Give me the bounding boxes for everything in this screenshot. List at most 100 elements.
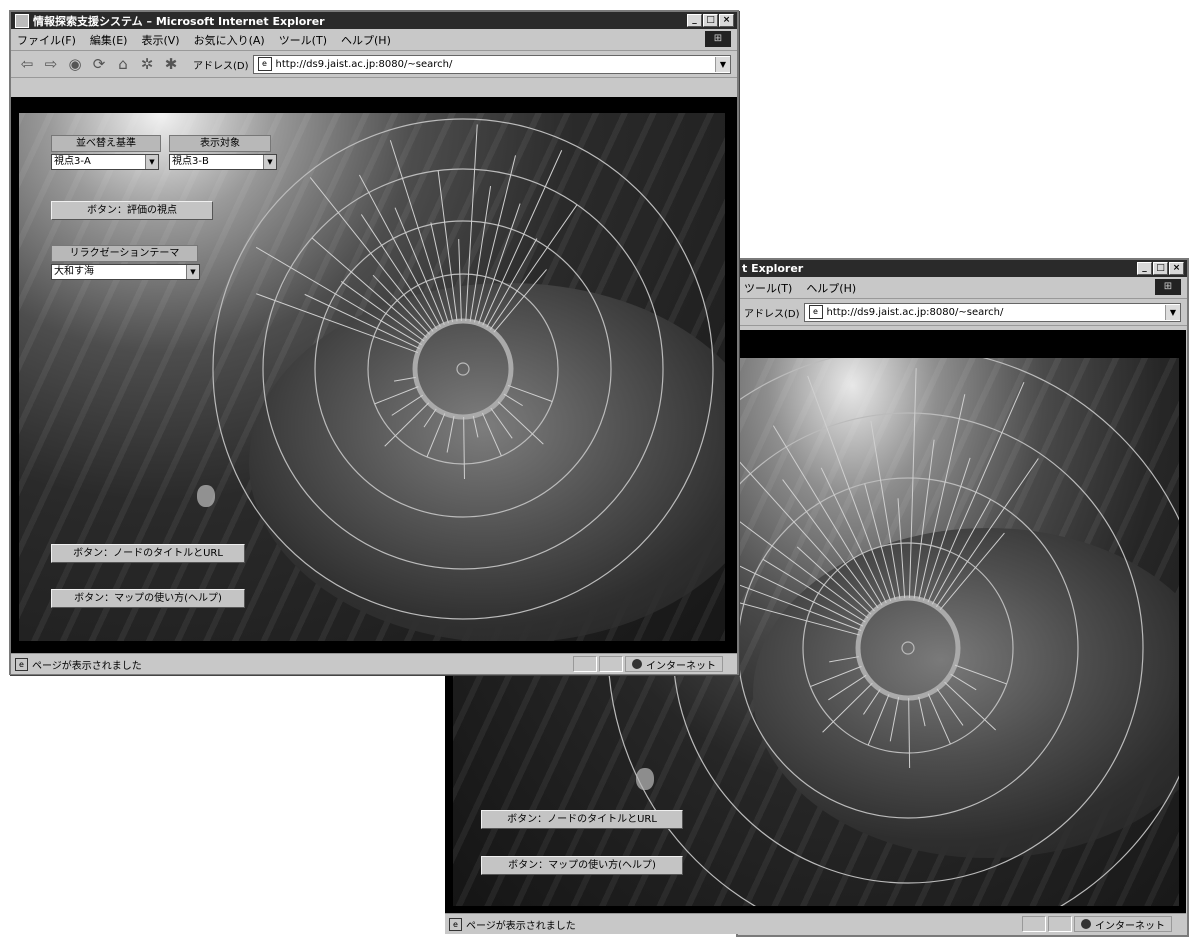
map-spoke — [931, 499, 991, 605]
map-spoke — [723, 509, 869, 619]
map-spoke — [391, 394, 424, 416]
underwater-map-scene: 並べ替え基準 表示対象 視点3-A ▼ 視点3-B ▼ ボタン：評価の視点 リラ… — [19, 113, 725, 641]
menu-tools[interactable]: ツール(T) — [744, 280, 792, 296]
throbber-icon: ⊞ — [1155, 279, 1181, 295]
menu-view[interactable]: 表示(V) — [141, 32, 179, 48]
status-bar: e ページが表示されました インターネット — [11, 653, 737, 674]
window-title: 情報探索支援システム – Microsoft Internet Explorer — [33, 14, 325, 28]
map-spoke — [829, 656, 859, 663]
title-bar[interactable]: 情報探索支援システム – Microsoft Internet Explorer… — [11, 12, 737, 29]
address-dropdown-icon[interactable]: ▼ — [1165, 304, 1180, 320]
map-spoke — [507, 384, 553, 402]
globe-icon — [632, 659, 642, 669]
map-spoke — [304, 293, 420, 349]
map-spoke — [944, 681, 996, 731]
map-spoke — [489, 204, 578, 330]
menu-bar: ツール(T) ヘルプ(H) ⊞ — [738, 277, 1187, 299]
title-bar[interactable]: t Explorer _ □ × — [738, 260, 1187, 277]
relaxation-theme-value: 大和す海 — [54, 266, 94, 277]
map-spoke — [393, 376, 416, 382]
search-icon[interactable]: ✲ — [137, 55, 157, 73]
ie-page-icon: e — [808, 305, 823, 319]
display-target-select[interactable]: 視点3-B ▼ — [169, 154, 277, 170]
map-spoke — [384, 402, 430, 447]
refresh-icon[interactable]: ⟳ — [89, 55, 109, 73]
zone-label: インターネット — [1095, 920, 1165, 932]
status-cell — [1022, 916, 1046, 932]
map-spoke — [772, 425, 883, 606]
throbber-icon: ⊞ — [705, 31, 731, 47]
map-spoke — [360, 214, 438, 330]
close-button[interactable]: × — [1169, 262, 1184, 275]
globe-icon — [1081, 919, 1091, 929]
map-spoke — [469, 185, 492, 322]
map-spoke — [863, 689, 881, 715]
menu-help[interactable]: ヘルプ(H) — [341, 32, 391, 48]
map-help-button[interactable]: ボタン：マップの使い方(ヘルプ) — [481, 856, 683, 875]
map-spoke — [950, 673, 977, 691]
map-spoke — [256, 293, 419, 354]
security-zone: インターネット — [625, 656, 723, 672]
map-spoke — [426, 413, 446, 458]
map-spoke — [889, 697, 900, 742]
chevron-down-icon[interactable]: ▼ — [186, 265, 199, 279]
map-spoke — [423, 408, 437, 428]
map-spoke — [927, 693, 951, 745]
forward-icon[interactable]: ⇨ — [41, 55, 61, 73]
map-spoke — [458, 239, 462, 322]
menu-favorites[interactable]: お気に入り(A) — [194, 32, 265, 48]
ie-page-icon: e — [15, 657, 28, 671]
chevron-down-icon[interactable]: ▼ — [145, 155, 158, 169]
status-text: ページが表示されました — [32, 660, 142, 672]
chevron-down-icon[interactable]: ▼ — [263, 155, 276, 169]
address-input[interactable]: e http://ds9.jaist.ac.jp:8080/~search/ ▼ — [252, 54, 731, 74]
home-icon[interactable]: ⌂ — [113, 55, 133, 73]
map-spoke — [828, 674, 867, 701]
evaluate-viewpoint-button[interactable]: ボタン：評価の視点 — [51, 201, 213, 220]
favorites-icon[interactable]: ✱ — [161, 55, 181, 73]
map-spoke — [820, 467, 887, 604]
stop-icon[interactable]: ◉ — [65, 55, 85, 73]
back-icon[interactable]: ⇦ — [17, 55, 37, 73]
close-button[interactable]: × — [719, 14, 734, 27]
sort-criteria-select[interactable]: 視点3-A ▼ — [51, 154, 159, 170]
status-bar: e ページが表示されました インターネット — [445, 913, 1186, 934]
status-cell — [573, 656, 597, 672]
maximize-button[interactable]: □ — [1153, 262, 1168, 275]
map-spoke — [446, 416, 455, 453]
status-cell — [599, 656, 623, 672]
sort-criteria-value: 視点3-A — [54, 156, 91, 167]
maximize-button[interactable]: □ — [703, 14, 718, 27]
menu-help[interactable]: ヘルプ(H) — [806, 280, 856, 296]
node-title-url-button[interactable]: ボタン：ノードのタイトルとURL — [51, 544, 245, 563]
map-spoke — [389, 140, 449, 324]
address-value: http://ds9.jaist.ac.jp:8080/~search/ — [275, 58, 453, 70]
address-input[interactable]: e http://ds9.jaist.ac.jp:8080/~search/ ▼ — [803, 302, 1181, 322]
map-help-button[interactable]: ボタン：マップの使い方(ヘルプ) — [51, 589, 245, 608]
map-spoke — [939, 532, 1005, 611]
relaxation-theme-select[interactable]: 大和す海 ▼ — [51, 264, 200, 280]
map-spoke — [374, 386, 419, 405]
map-spoke — [796, 546, 872, 615]
minimize-button[interactable]: _ — [687, 14, 702, 27]
address-bar: アドレス(D) e http://ds9.jaist.ac.jp:8080/~s… — [738, 299, 1187, 326]
node-title-url-button[interactable]: ボタン：ノードのタイトルとURL — [481, 810, 683, 829]
menu-edit[interactable]: 編集(E) — [90, 32, 128, 48]
ie-page-icon: e — [449, 917, 462, 931]
map-spoke — [465, 124, 478, 322]
toolbar: ⇦ ⇨ ◉ ⟳ ⌂ ✲ ✱ アドレス(D) e http://ds9.jaist… — [11, 51, 737, 78]
map-spoke — [936, 688, 964, 726]
address-label: アドレス(D) — [193, 60, 249, 72]
map-spoke — [908, 697, 911, 768]
minimize-button[interactable]: _ — [1137, 262, 1152, 275]
menu-file[interactable]: ファイル(F) — [17, 32, 76, 48]
menu-tools[interactable]: ツール(T) — [279, 32, 327, 48]
display-target-value: 視点3-B — [172, 156, 209, 167]
map-spoke — [935, 458, 1039, 608]
menu-bar: ファイル(F) 編集(E) 表示(V) お気に入り(A) ツール(T) ヘルプ(… — [11, 29, 737, 51]
address-dropdown-icon[interactable]: ▼ — [715, 56, 730, 72]
relaxation-theme-label: リラクゼーションテーマ — [51, 245, 198, 262]
browser-window-main: 情報探索支援システム – Microsoft Internet Explorer… — [9, 10, 739, 675]
map-spoke — [430, 222, 454, 323]
map-spoke — [822, 682, 873, 733]
